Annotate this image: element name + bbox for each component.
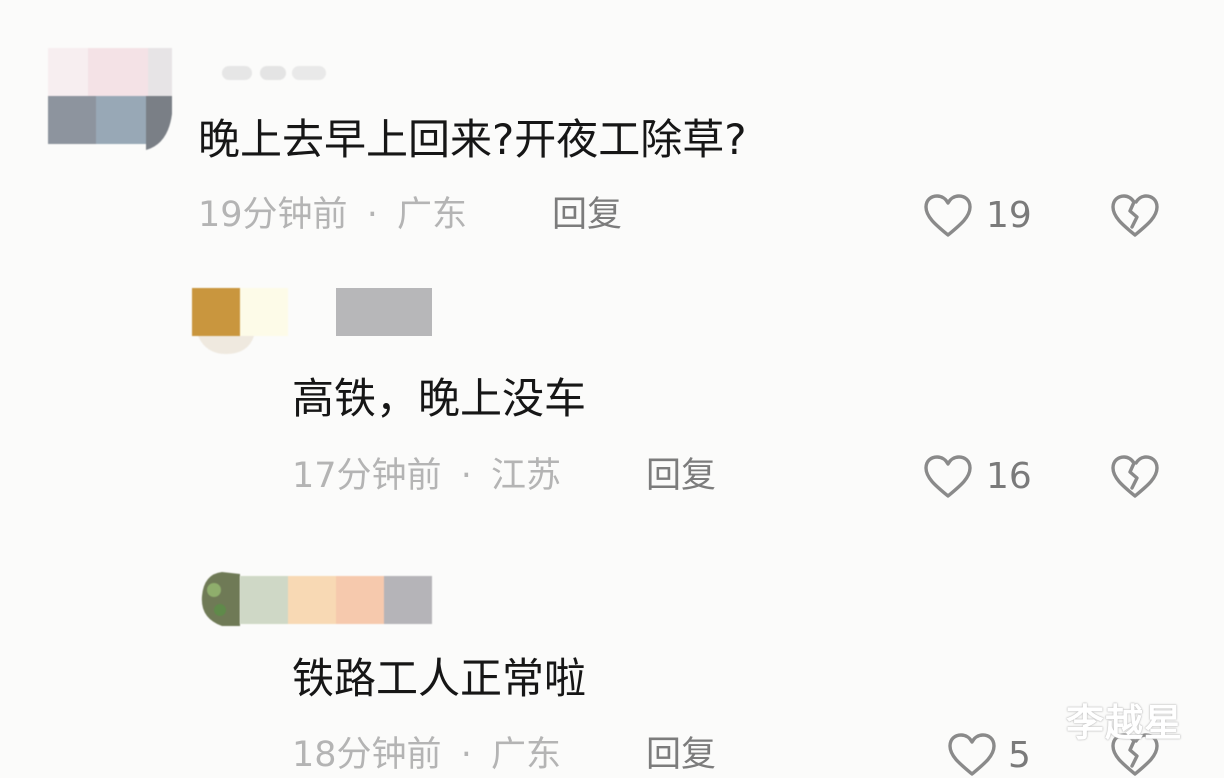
comment-meta: 18分钟前 · 广东 xyxy=(292,738,561,773)
meta-separator: · xyxy=(460,456,472,496)
comment-location: 江苏 xyxy=(490,456,561,496)
watermark-text: 李越星 xyxy=(1066,701,1184,745)
username-obscured[interactable] xyxy=(336,288,432,336)
avatar[interactable] xyxy=(200,570,244,628)
comment-text: 晚上去早上回来?开夜工除草? xyxy=(198,115,747,164)
comment-meta: 17分钟前 · 江苏 xyxy=(292,459,561,494)
comment-meta: 19分钟前 · 广东 xyxy=(198,198,467,233)
comment-time: 18分钟前 xyxy=(292,735,442,775)
heart-outline-icon[interactable] xyxy=(922,454,974,500)
comment-time: 19分钟前 xyxy=(198,195,348,235)
username-obscured[interactable] xyxy=(240,576,432,624)
avatar[interactable] xyxy=(48,48,172,150)
reply-button[interactable]: 回复 xyxy=(552,198,622,233)
comment-time: 17分钟前 xyxy=(292,456,442,496)
username-obscured[interactable] xyxy=(194,58,334,80)
comment-location: 广东 xyxy=(396,195,467,235)
broken-heart-icon[interactable] xyxy=(1110,454,1160,500)
heart-outline-icon[interactable] xyxy=(922,193,974,239)
comment-text: 高铁，晚上没车 xyxy=(292,374,587,423)
reply-button[interactable]: 回复 xyxy=(646,459,716,494)
like-count: 16 xyxy=(986,456,1032,497)
reply-button[interactable]: 回复 xyxy=(646,738,716,773)
meta-separator: · xyxy=(366,195,378,235)
avatar[interactable] xyxy=(192,288,288,354)
broken-heart-icon[interactable] xyxy=(1110,193,1160,239)
heart-outline-icon[interactable] xyxy=(946,732,998,778)
like-count: 19 xyxy=(986,195,1032,236)
comment-location: 广东 xyxy=(490,735,561,775)
meta-separator: · xyxy=(460,735,472,775)
comment-text: 铁路工人正常啦 xyxy=(292,654,587,703)
like-count: 5 xyxy=(1008,735,1031,776)
